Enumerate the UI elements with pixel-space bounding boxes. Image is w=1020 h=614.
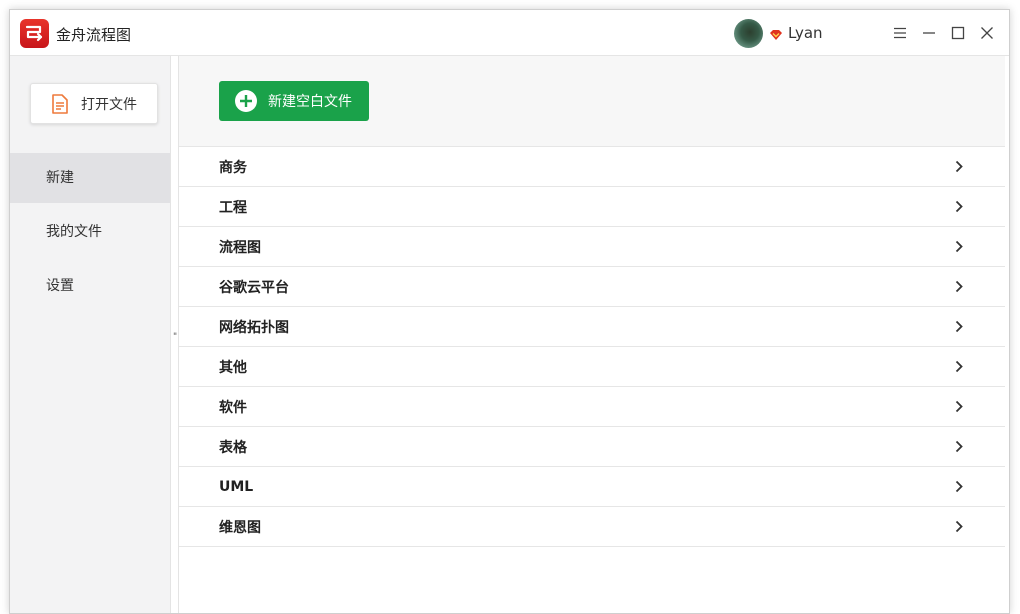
app-title: 金舟流程图: [56, 26, 132, 44]
chevron-right-icon: [955, 360, 963, 373]
category-label: 商务: [219, 159, 247, 176]
category-row-software[interactable]: 软件: [179, 387, 1005, 427]
category-label: 软件: [219, 399, 247, 416]
vip-diamond-icon: [769, 26, 783, 45]
main-empty-area: [179, 547, 1005, 613]
new-blank-file-button[interactable]: 新建空白文件: [219, 81, 369, 121]
category-label: 网络拓扑图: [219, 319, 289, 336]
category-label: 其他: [219, 359, 247, 376]
close-icon[interactable]: [976, 22, 998, 44]
title-bar: 金舟流程图 Lyan: [10, 10, 1009, 56]
category-row-other[interactable]: 其他: [179, 347, 1005, 387]
category-label: 谷歌云平台: [219, 279, 289, 296]
chevron-right-icon: [955, 480, 963, 493]
category-row-network-topology[interactable]: 网络拓扑图: [179, 307, 1005, 347]
chevron-right-icon: [955, 520, 963, 533]
maximize-icon[interactable]: [947, 22, 969, 44]
chevron-right-icon: [955, 200, 963, 213]
chevron-right-icon: [955, 280, 963, 293]
sidebar-item-new[interactable]: 新建: [10, 153, 170, 203]
open-file-button[interactable]: 打开文件: [30, 83, 158, 124]
menu-icon[interactable]: [889, 22, 911, 44]
sidebar-item-my-files[interactable]: 我的文件: [10, 207, 170, 257]
chevron-right-icon: [955, 440, 963, 453]
category-row-uml[interactable]: UML: [179, 467, 1005, 507]
new-blank-file-label: 新建空白文件: [268, 94, 352, 110]
splitter-grip-icon[interactable]: ": [173, 332, 177, 342]
app-logo-icon: [20, 19, 49, 48]
category-row-venn[interactable]: 维恩图: [179, 507, 1005, 547]
category-row-table[interactable]: 表格: [179, 427, 1005, 467]
chevron-right-icon: [955, 320, 963, 333]
minimize-icon[interactable]: [918, 22, 940, 44]
category-label: 维恩图: [219, 519, 261, 536]
file-icon: [52, 93, 68, 114]
chevron-right-icon: [955, 240, 963, 253]
category-label: UML: [219, 478, 254, 495]
category-label: 流程图: [219, 239, 261, 256]
panel-splitter[interactable]: ": [170, 56, 179, 613]
sidebar: 打开文件 新建 我的文件 设置: [10, 56, 170, 613]
category-row-business[interactable]: 商务: [179, 147, 1005, 187]
app-window: 金舟流程图 Lyan 打开文件 新建 我的文件 设置 " 新建空白文件 商务 工…: [9, 9, 1010, 614]
chevron-right-icon: [955, 400, 963, 413]
plus-circle-icon: [235, 90, 257, 112]
main-panel: 新建空白文件 商务 工程 流程图 谷歌云平台 网络拓扑图 其他 软件 表格 UM…: [179, 56, 1005, 613]
category-row-engineering[interactable]: 工程: [179, 187, 1005, 227]
sidebar-item-settings[interactable]: 设置: [10, 261, 170, 311]
category-label: 表格: [219, 439, 247, 456]
category-list: 商务 工程 流程图 谷歌云平台 网络拓扑图 其他 软件 表格 UML 维恩图: [179, 146, 1005, 547]
chevron-right-icon: [955, 160, 963, 173]
category-row-google-cloud[interactable]: 谷歌云平台: [179, 267, 1005, 307]
user-avatar[interactable]: [734, 19, 763, 48]
category-row-flowchart[interactable]: 流程图: [179, 227, 1005, 267]
open-file-label: 打开文件: [81, 96, 137, 113]
username[interactable]: Lyan: [788, 24, 823, 42]
category-label: 工程: [219, 199, 247, 216]
